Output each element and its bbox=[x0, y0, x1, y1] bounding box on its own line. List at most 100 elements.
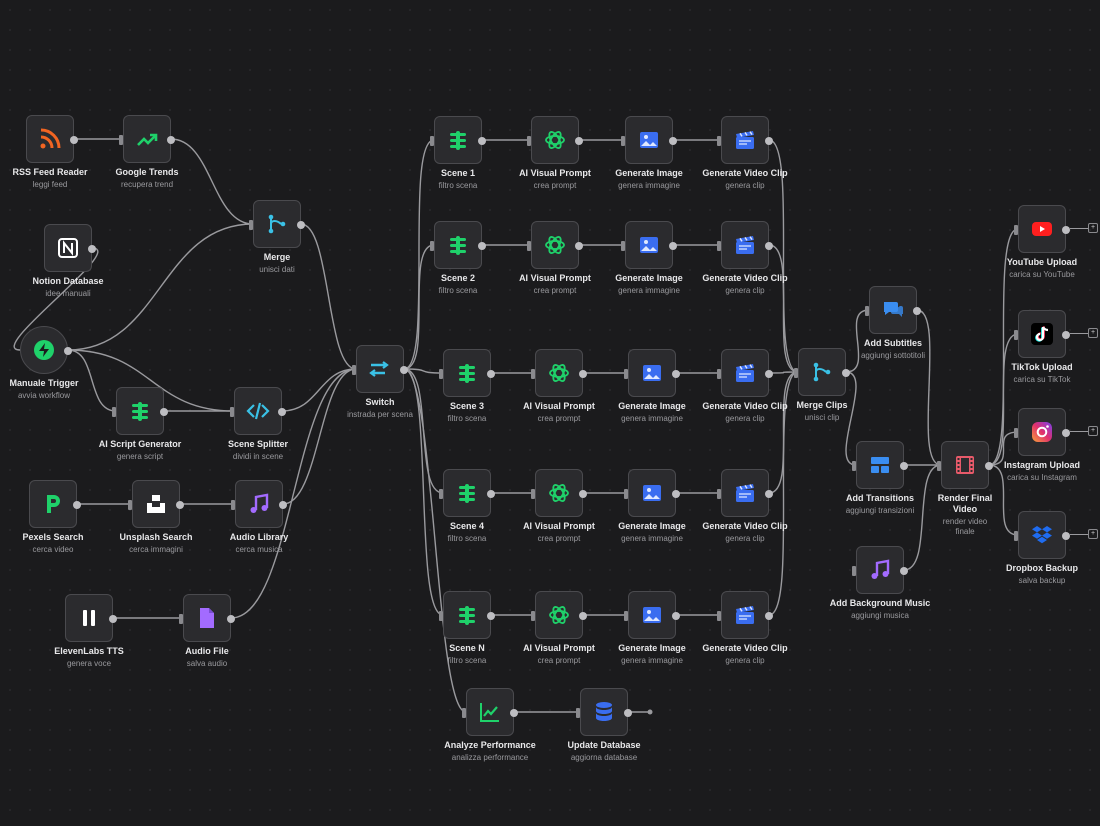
input-port[interactable] bbox=[621, 241, 625, 251]
input-port[interactable] bbox=[1014, 330, 1018, 340]
node-scene4[interactable] bbox=[439, 469, 495, 517]
input-port[interactable] bbox=[439, 489, 443, 499]
output-port[interactable] bbox=[167, 136, 175, 144]
input-port[interactable] bbox=[865, 306, 869, 316]
input-port[interactable] bbox=[531, 611, 535, 621]
input-port[interactable] bbox=[462, 708, 466, 718]
output-port[interactable] bbox=[669, 242, 677, 250]
output-port[interactable] bbox=[579, 490, 587, 498]
node-aip1[interactable] bbox=[527, 116, 583, 164]
output-port[interactable] bbox=[1062, 226, 1070, 234]
node-audiolib[interactable] bbox=[231, 480, 287, 528]
output-port[interactable] bbox=[278, 408, 286, 416]
input-port[interactable] bbox=[852, 566, 856, 576]
output-port[interactable] bbox=[487, 612, 495, 620]
connection-subtitles-render[interactable] bbox=[916, 309, 942, 466]
input-port[interactable] bbox=[119, 135, 123, 145]
output-port[interactable] bbox=[64, 347, 72, 355]
node-aip4[interactable] bbox=[531, 469, 587, 517]
node-sceneN[interactable] bbox=[439, 591, 495, 639]
output-port[interactable] bbox=[672, 490, 680, 498]
output-port[interactable] bbox=[900, 462, 908, 470]
input-port[interactable] bbox=[717, 489, 721, 499]
output-port[interactable] bbox=[765, 490, 773, 498]
node-aipN[interactable] bbox=[531, 591, 587, 639]
node-audiofile[interactable] bbox=[179, 594, 235, 642]
output-port[interactable] bbox=[487, 370, 495, 378]
node-rss[interactable] bbox=[26, 115, 78, 163]
output-port[interactable] bbox=[510, 709, 518, 717]
node-instagram[interactable] bbox=[1014, 408, 1070, 456]
input-port[interactable] bbox=[1014, 428, 1018, 438]
output-port[interactable] bbox=[900, 567, 908, 575]
node-gi4[interactable] bbox=[624, 469, 680, 517]
input-port[interactable] bbox=[439, 369, 443, 379]
output-port[interactable] bbox=[624, 709, 632, 717]
input-port[interactable] bbox=[430, 136, 434, 146]
node-analyze[interactable] bbox=[462, 688, 518, 736]
node-trigger[interactable] bbox=[20, 326, 72, 374]
output-port[interactable] bbox=[672, 612, 680, 620]
node-subtitles[interactable] bbox=[865, 286, 921, 334]
node-scene1[interactable] bbox=[430, 116, 486, 164]
add-node-button[interactable]: + bbox=[1088, 223, 1098, 233]
node-unsplash[interactable] bbox=[128, 480, 184, 528]
input-port[interactable] bbox=[1014, 531, 1018, 541]
input-port[interactable] bbox=[527, 241, 531, 251]
input-port[interactable] bbox=[231, 500, 235, 510]
output-port[interactable] bbox=[842, 369, 850, 377]
input-port[interactable] bbox=[937, 461, 941, 471]
input-port[interactable] bbox=[624, 611, 628, 621]
output-port[interactable] bbox=[1062, 331, 1070, 339]
output-port[interactable] bbox=[1062, 532, 1070, 540]
node-dropbox[interactable] bbox=[1014, 511, 1070, 559]
output-port[interactable] bbox=[109, 615, 117, 623]
output-port[interactable] bbox=[669, 137, 677, 145]
node-gv1[interactable] bbox=[717, 116, 773, 164]
add-node-button[interactable]: + bbox=[1088, 328, 1098, 338]
node-giN[interactable] bbox=[624, 591, 680, 639]
input-port[interactable] bbox=[624, 489, 628, 499]
input-port[interactable] bbox=[624, 369, 628, 379]
output-port[interactable] bbox=[88, 245, 96, 253]
input-port[interactable] bbox=[852, 461, 856, 471]
input-port[interactable] bbox=[717, 611, 721, 621]
output-port[interactable] bbox=[478, 137, 486, 145]
node-pexels[interactable] bbox=[29, 480, 81, 528]
input-port[interactable] bbox=[249, 220, 253, 230]
output-port[interactable] bbox=[70, 136, 78, 144]
node-gi1[interactable] bbox=[621, 116, 677, 164]
input-port[interactable] bbox=[439, 611, 443, 621]
output-port[interactable] bbox=[672, 370, 680, 378]
node-merge[interactable] bbox=[249, 200, 305, 248]
node-tiktok[interactable] bbox=[1014, 310, 1070, 358]
output-port[interactable] bbox=[765, 137, 773, 145]
output-port[interactable] bbox=[73, 501, 81, 509]
output-port[interactable] bbox=[297, 221, 305, 229]
output-port[interactable] bbox=[765, 242, 773, 250]
node-gi2[interactable] bbox=[621, 221, 677, 269]
output-port[interactable] bbox=[400, 366, 408, 374]
input-port[interactable] bbox=[230, 407, 234, 417]
add-node-button[interactable]: + bbox=[1088, 426, 1098, 436]
input-port[interactable] bbox=[1014, 225, 1018, 235]
add-node-button[interactable]: + bbox=[1088, 529, 1098, 539]
node-gv4[interactable] bbox=[717, 469, 773, 517]
node-gvN[interactable] bbox=[717, 591, 773, 639]
output-port[interactable] bbox=[913, 307, 921, 315]
input-port[interactable] bbox=[112, 407, 116, 417]
input-port[interactable] bbox=[531, 369, 535, 379]
node-aiscript[interactable] bbox=[112, 387, 168, 435]
input-port[interactable] bbox=[527, 136, 531, 146]
output-port[interactable] bbox=[160, 408, 168, 416]
input-port[interactable] bbox=[179, 614, 183, 624]
output-port[interactable] bbox=[765, 370, 773, 378]
node-scene2[interactable] bbox=[430, 221, 486, 269]
input-port[interactable] bbox=[621, 136, 625, 146]
connection-merge-switch[interactable] bbox=[300, 223, 357, 370]
output-port[interactable] bbox=[579, 370, 587, 378]
output-port[interactable] bbox=[478, 242, 486, 250]
output-port[interactable] bbox=[487, 490, 495, 498]
node-youtube[interactable] bbox=[1014, 205, 1070, 253]
output-port[interactable] bbox=[579, 612, 587, 620]
